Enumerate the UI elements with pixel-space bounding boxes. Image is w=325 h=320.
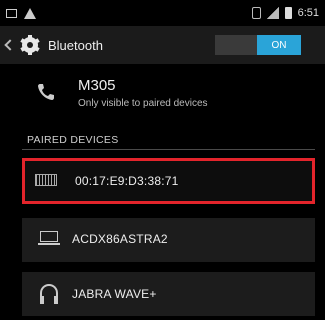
battery-icon	[284, 7, 292, 19]
warning-notification-icon	[24, 7, 36, 19]
vibrate-icon	[251, 7, 261, 19]
bluetooth-toggle[interactable]: ON	[215, 35, 301, 55]
device-visibility: Only visible to paired devices	[78, 98, 208, 109]
paired-device-label: ACDX86ASTRA2	[72, 232, 168, 246]
paired-device-item[interactable]: ACDX86ASTRA2	[22, 218, 315, 262]
section-divider	[22, 149, 315, 150]
status-bar: 6:51	[0, 0, 325, 26]
image-notification-icon	[6, 8, 17, 18]
paired-device-label: 00:17:E9:D3:38:71	[75, 174, 179, 188]
paired-devices-header: PAIRED DEVICES	[27, 134, 119, 146]
headphones-icon	[40, 284, 58, 304]
laptop-icon	[38, 231, 60, 245]
signal-icon	[266, 7, 279, 19]
phone-icon	[38, 84, 54, 100]
action-bar: Bluetooth ON	[0, 26, 325, 64]
paired-device-item[interactable]: JABRA WAVE+	[22, 272, 315, 316]
device-name: M305	[78, 77, 116, 94]
back-caret-icon[interactable]	[4, 39, 16, 51]
keyboard-icon	[35, 174, 57, 186]
paired-device-item[interactable]: 00:17:E9:D3:38:71	[22, 158, 315, 204]
paired-device-label: JABRA WAVE+	[72, 287, 157, 301]
page-title: Bluetooth	[48, 37, 103, 53]
settings-gear-icon[interactable]	[20, 35, 40, 55]
toggle-on-label: ON	[257, 35, 301, 55]
status-time: 6:51	[297, 7, 319, 19]
